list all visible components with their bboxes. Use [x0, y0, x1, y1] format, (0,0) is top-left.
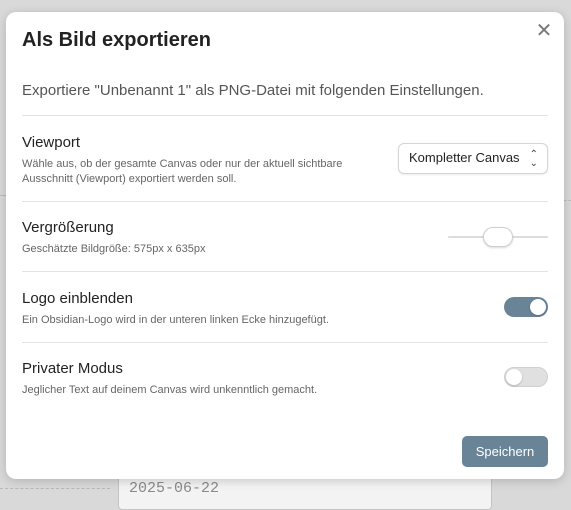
toggle-knob [506, 369, 522, 385]
canvas-date-text: 2025-06-22 [129, 480, 220, 497]
canvas-edge [0, 488, 110, 489]
divider [22, 115, 548, 116]
modal-title: Als Bild exportieren [22, 29, 211, 51]
divider [22, 342, 548, 343]
export-modal: ✕ Als Bild exportieren Exportiere "Unben… [6, 12, 564, 479]
setting-description: Ein Obsidian-Logo wird in der unteren li… [22, 314, 329, 326]
dropdown-selected-value: Kompletter Canvas [409, 150, 520, 165]
setting-private-mode: Privater Modus Jeglicher Text auf deinem… [22, 360, 548, 398]
modal-description: Exportiere "Unbenannt 1" als PNG-Datei m… [22, 82, 484, 99]
divider [22, 201, 548, 202]
setting-description: Geschätzte Bildgröße: 575px x 635px [22, 243, 206, 255]
setting-logo: Logo einblenden Ein Obsidian-Logo wird i… [22, 290, 548, 328]
setting-name: Logo einblenden [22, 290, 133, 307]
setting-description: Wähle aus, ob der gesamte Canvas oder nu… [22, 158, 343, 185]
viewport-dropdown[interactable]: Kompletter Canvas ⌃ ⌄ [398, 143, 548, 174]
logo-toggle[interactable] [504, 297, 548, 317]
setting-scale: Vergrößerung Geschätzte Bildgröße: 575px… [22, 219, 548, 257]
private-mode-toggle[interactable] [504, 367, 548, 387]
close-icon[interactable]: ✕ [534, 21, 554, 41]
setting-name: Privater Modus [22, 360, 123, 377]
slider-thumb[interactable] [483, 227, 513, 247]
scale-slider[interactable] [448, 227, 548, 247]
setting-description: Jeglicher Text auf deinem Canvas wird un… [22, 384, 318, 396]
setting-viewport: Viewport Wähle aus, ob der gesamte Canva… [22, 134, 548, 187]
chevron-updown-icon: ⌃ ⌄ [529, 149, 538, 169]
save-button[interactable]: Speichern [462, 436, 548, 467]
toggle-knob [530, 299, 546, 315]
canvas-edge [564, 200, 571, 201]
divider [22, 271, 548, 272]
